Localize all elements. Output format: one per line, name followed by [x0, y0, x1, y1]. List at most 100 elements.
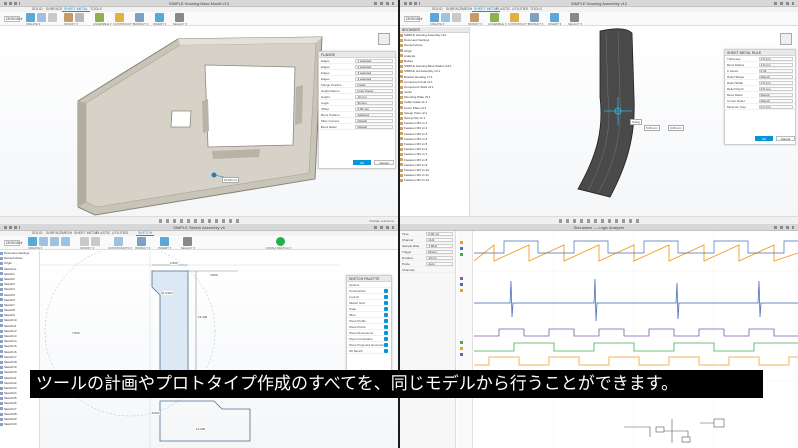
new-component-icon[interactable]	[95, 13, 104, 22]
group-assemble[interactable]: ASSEMBLE ▾	[93, 22, 112, 26]
field-value[interactable]: 1 MHz	[426, 244, 453, 248]
row-value[interactable]: 1.5 mm	[758, 81, 793, 85]
panel-row[interactable]: Bend Relief Default	[319, 124, 395, 130]
dimension-label[interactable]: 2.503	[170, 261, 178, 265]
group-modify[interactable]: MODIFY ▾	[468, 22, 482, 26]
palette-option[interactable]: 3D Sketch	[347, 348, 391, 354]
press-pull-icon[interactable]	[470, 13, 479, 22]
row-value[interactable]: Inside	[355, 83, 393, 87]
option-checkbox[interactable]	[384, 307, 388, 311]
row-value[interactable]: Round	[758, 75, 793, 79]
group-modify[interactable]: MODIFY ▾	[80, 246, 94, 250]
ok-button[interactable]: OK	[755, 136, 773, 141]
window-controls-icons[interactable]	[774, 226, 794, 229]
group-select[interactable]: SELECT ▾	[173, 22, 187, 26]
field-value[interactable]: 0.00 ms	[426, 232, 453, 236]
arc-icon[interactable]	[61, 237, 70, 246]
group-construct[interactable]: CONSTRUCT ▾	[508, 22, 529, 26]
extrude-icon[interactable]	[48, 13, 57, 22]
window-controls-icons[interactable]	[374, 226, 394, 229]
group-inspect[interactable]: INSPECT ▾	[135, 246, 150, 250]
select-icon[interactable]	[175, 13, 184, 22]
row-value[interactable]: Round	[758, 99, 793, 103]
field-value[interactable]: CH1	[426, 238, 453, 242]
construct-plane-icon[interactable]	[115, 13, 124, 22]
group-create[interactable]: CREATE ▾	[430, 22, 444, 26]
row-value[interactable]: 0.1 mm	[758, 105, 793, 109]
finish-sketch-icon[interactable]	[276, 237, 285, 246]
field-value[interactable]: Auto	[426, 262, 453, 266]
group-select[interactable]: SELECT ▾	[181, 246, 195, 250]
dimension-label[interactable]: 7.500	[72, 331, 80, 335]
row-value[interactable]: 10 mm	[355, 95, 393, 99]
field-value[interactable]: Rising	[426, 250, 453, 254]
flange-icon[interactable]	[37, 13, 46, 22]
option-checkbox[interactable]	[384, 313, 388, 317]
group-assemble[interactable]: ASSEMBLE ▾	[488, 22, 507, 26]
dimension-label[interactable]: 19.400	[198, 315, 208, 319]
flange-icon[interactable]	[441, 13, 450, 22]
unfold-icon[interactable]	[452, 13, 461, 22]
sketch-canvas[interactable]: Document Settings Named Views Origin Sketch…	[0, 251, 398, 448]
row-value[interactable]: Round	[758, 93, 793, 97]
offset-icon[interactable]	[91, 237, 100, 246]
row-value[interactable]: 0.00 mm	[355, 107, 393, 111]
group-create[interactable]: CREATE ▾	[26, 22, 40, 26]
row-value[interactable]: 0.5 mm	[758, 87, 793, 91]
option-checkbox[interactable]	[384, 343, 388, 347]
channels-section[interactable]: Channels	[400, 267, 455, 273]
group-create[interactable]: CREATE ▾	[28, 246, 42, 250]
view-cube[interactable]	[780, 33, 792, 45]
option-checkbox[interactable]	[384, 325, 388, 329]
rectangle-icon[interactable]	[39, 237, 48, 246]
option-checkbox[interactable]	[384, 301, 388, 305]
workspace-switcher[interactable]: DESIGN ▾	[4, 16, 22, 22]
constraint-icon[interactable]	[114, 237, 123, 246]
window-controls-icons[interactable]	[374, 2, 394, 5]
option-checkbox[interactable]	[384, 337, 388, 341]
field-value[interactable]: 10 ms	[426, 256, 453, 260]
group-modify[interactable]: MODIFY ▾	[64, 22, 78, 26]
row-value[interactable]: 1.5 mm	[758, 57, 793, 61]
dimension-tag[interactable]: 0.00 mm	[668, 125, 684, 131]
row-value[interactable]: Default	[355, 125, 393, 129]
row-value[interactable]: 1 selected	[355, 59, 393, 63]
option-checkbox[interactable]	[384, 295, 388, 299]
select-icon[interactable]	[570, 13, 579, 22]
trim-icon[interactable]	[80, 237, 89, 246]
workspace-switcher[interactable]: DESIGN ▾	[404, 16, 422, 22]
group-insert[interactable]: INSERT ▾	[548, 22, 561, 26]
measure-icon[interactable]	[135, 13, 144, 22]
circle-icon[interactable]	[50, 237, 59, 246]
create-sheet-icon[interactable]	[430, 13, 439, 22]
measure-icon[interactable]	[137, 237, 146, 246]
cancel-button[interactable]: Cancel	[776, 136, 795, 141]
select-icon[interactable]	[183, 237, 192, 246]
group-inspect[interactable]: INSPECT ▾	[528, 22, 543, 26]
group-construct[interactable]: CONSTRUCT ▾	[113, 22, 134, 26]
construct-plane-icon[interactable]	[510, 13, 519, 22]
group-insert[interactable]: INSERT ▾	[158, 246, 171, 250]
model-viewport[interactable]: BROWSER SIMPLE Housing Assembly v12 Docum…	[400, 27, 798, 216]
group-finish-sketch[interactable]: FINISH SKETCH ▾	[266, 246, 291, 250]
option-checkbox[interactable]	[384, 331, 388, 335]
option-checkbox[interactable]	[384, 319, 388, 323]
group-inspect[interactable]: INSPECT ▾	[133, 22, 148, 26]
dimension-label[interactable]: 4.500	[210, 273, 218, 277]
dimension-label[interactable]: R 0.500	[162, 291, 173, 295]
navigation-tools-icons[interactable]	[159, 219, 240, 223]
dimension-label[interactable]: 8.000	[152, 411, 160, 415]
ok-button[interactable]: OK	[353, 160, 371, 165]
insert-icon[interactable]	[160, 237, 169, 246]
row-value[interactable]: Default	[355, 119, 393, 123]
row-value[interactable]: 90 deg	[355, 101, 393, 105]
model-viewport[interactable]: 10.00 mm FLANGE Edges 1 selected Edges 2 s…	[0, 27, 398, 216]
row-value[interactable]: 3 selected	[355, 71, 393, 75]
group-constraints[interactable]: CONSTRAINTS ▾	[108, 246, 132, 250]
dimension-tag[interactable]: 10.00 mm	[222, 177, 240, 183]
dimension-tag[interactable]: 5.00 mm	[644, 125, 660, 131]
insert-icon[interactable]	[155, 13, 164, 22]
row-value[interactable]: Inner Faces	[355, 89, 393, 93]
row-value[interactable]: 0.44	[758, 69, 793, 73]
window-controls-icons[interactable]	[774, 2, 794, 5]
